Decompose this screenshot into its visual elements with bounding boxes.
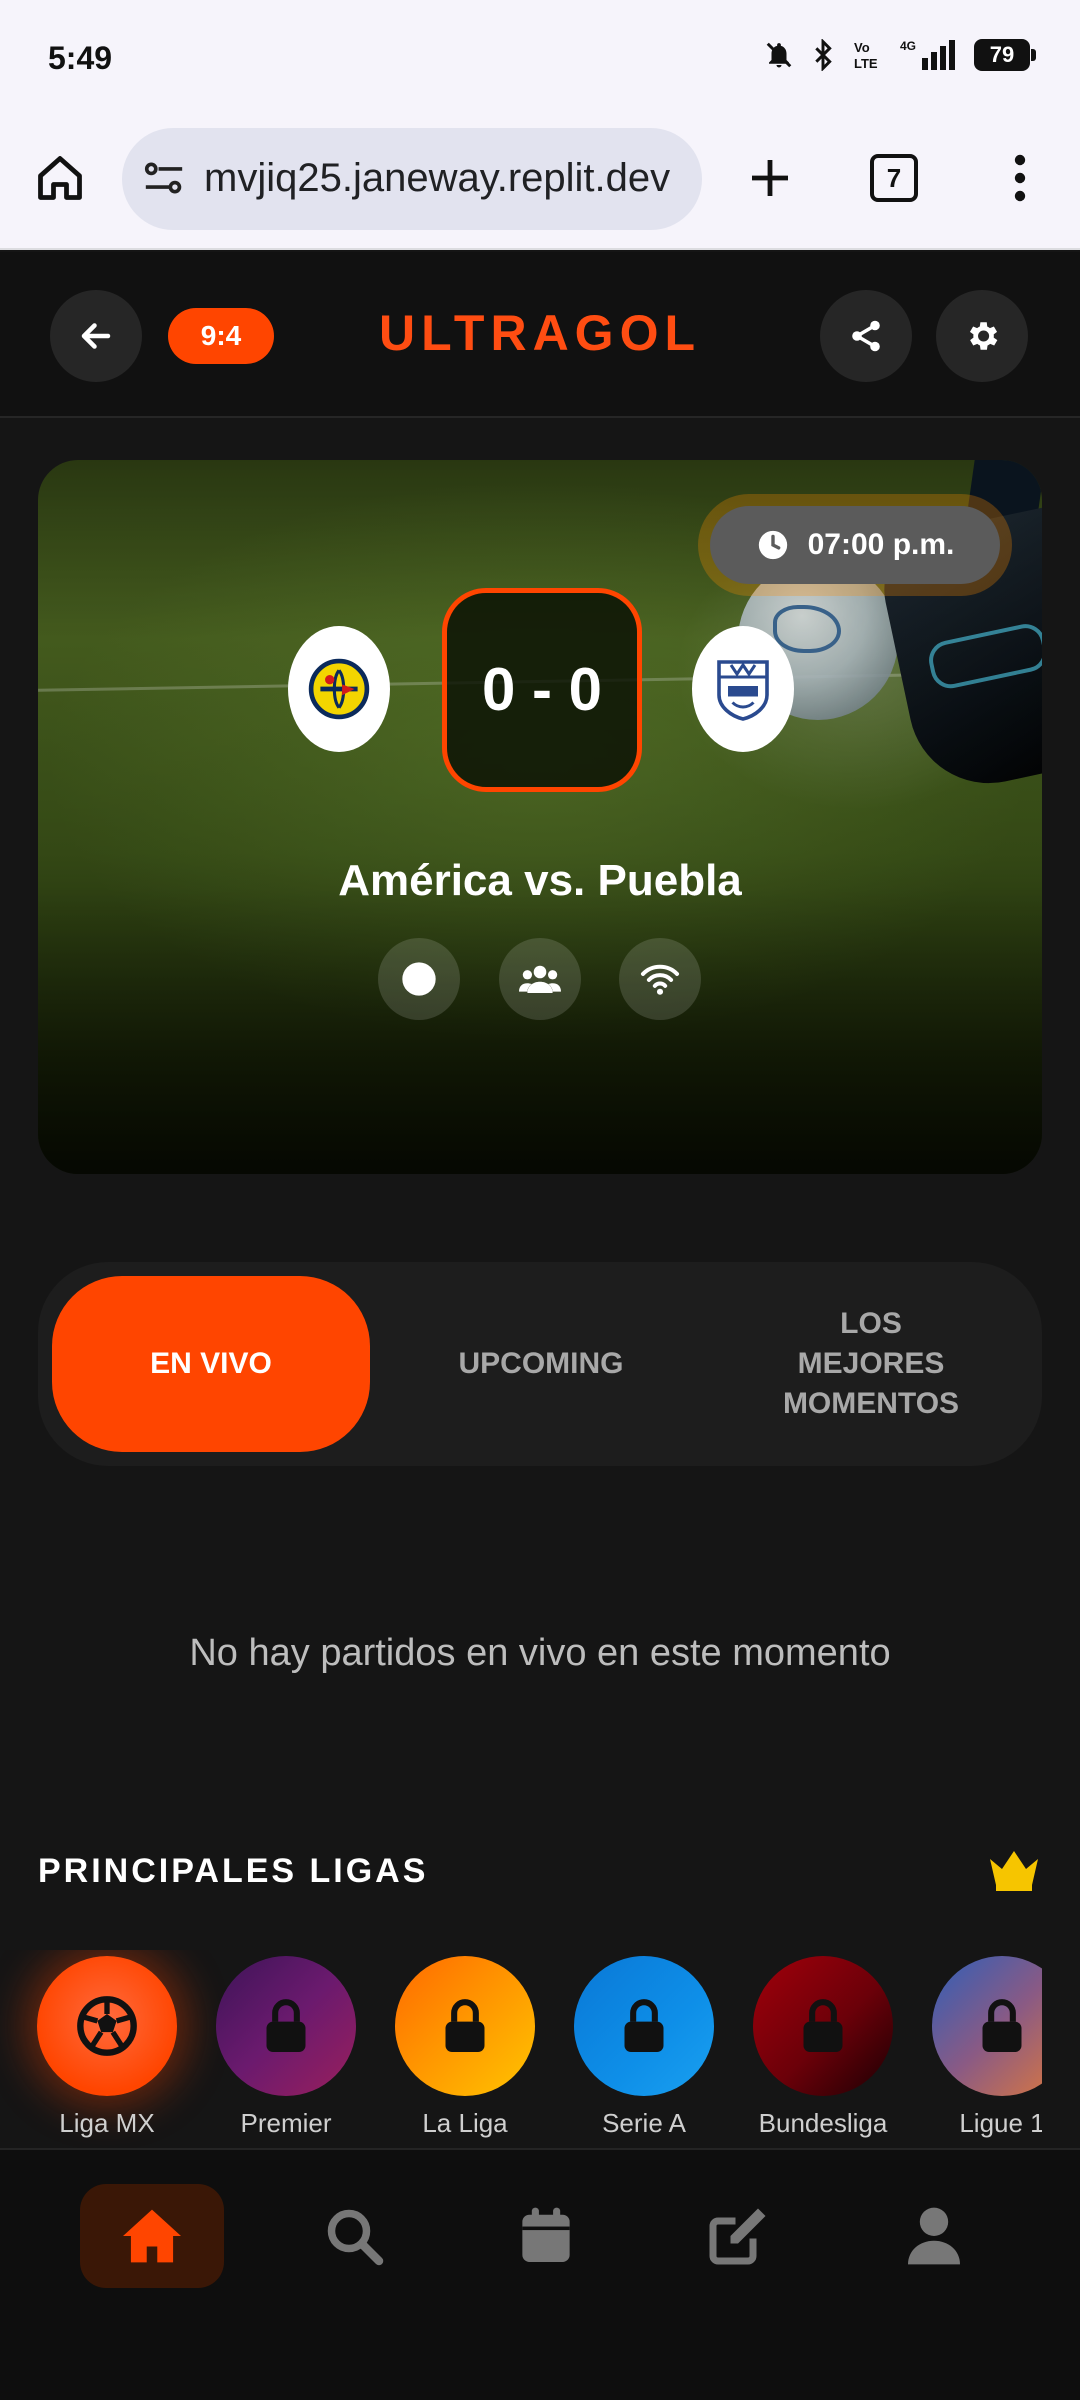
share-icon (852, 320, 880, 352)
league-badge (753, 1956, 893, 2096)
score-display: 0 - 0 (442, 588, 642, 792)
league-name: Premier (240, 2108, 332, 2138)
svg-text:LTE: LTE (854, 56, 878, 71)
league-name: Ligue 1 (959, 2108, 1042, 2138)
match-filter-tabs: EN VIVO UPCOMING LOS MEJORES MOMENTOS (38, 1262, 1042, 1466)
league-name: Serie A (602, 2108, 686, 2138)
league-name: Liga MX (59, 2108, 155, 2138)
america-logo-icon (308, 658, 370, 720)
svg-text:4G: 4G (900, 39, 916, 53)
league-name: Bundesliga (758, 2108, 888, 2138)
league-badge (216, 1956, 356, 2096)
lock-icon (445, 1999, 485, 2052)
tab-switcher-button[interactable]: 7 (870, 154, 918, 202)
tab-highlights[interactable]: LOS MEJORES MOMENTOS (712, 1276, 1030, 1452)
app-title: ULTRAGOL (378, 305, 702, 361)
status-icons: Vo LTE 4G 79 (764, 38, 1036, 72)
battery-icon: 79 (974, 39, 1036, 71)
league-badge (574, 1956, 714, 2096)
status-bar: 5:49 Vo LTE 4G 79 (0, 0, 1080, 120)
user-icon (908, 2207, 960, 2265)
svg-text:Vo: Vo (854, 40, 870, 55)
leagues-heading: PRINCIPALES LIGAS (38, 1852, 429, 1890)
plus-icon (752, 160, 788, 196)
home-icon (38, 156, 82, 200)
signal-button[interactable] (619, 938, 701, 1020)
edit-icon (709, 2208, 766, 2265)
users-icon (519, 965, 561, 993)
status-time: 5:49 (48, 40, 113, 76)
match-time-badge: 07:00 p.m. (710, 506, 1000, 584)
tab-upcoming[interactable]: UPCOMING (382, 1276, 700, 1452)
league-premier[interactable]: Premier (211, 1950, 361, 2139)
share-button[interactable] (820, 290, 912, 382)
gear-icon (969, 322, 998, 350)
dot-icon (402, 962, 436, 996)
new-tab-button[interactable] (740, 148, 800, 208)
bottom-navigation (0, 2148, 1080, 2400)
nav-search[interactable] (282, 2184, 426, 2288)
search-icon (327, 2209, 384, 2266)
tab-live[interactable]: EN VIVO (52, 1276, 370, 1452)
clock-icon (758, 530, 787, 560)
browser-toolbar: mvjiq25.janeway.replit.dev 7 (0, 120, 1080, 250)
lock-icon (624, 1999, 664, 2052)
empty-state-message: No hay partidos en vivo en este momento (189, 1632, 891, 1674)
league-badge (395, 1956, 535, 2096)
soccer-ball-icon (77, 1996, 137, 2056)
signal-icon: 4G (900, 39, 955, 70)
live-indicator-button[interactable] (378, 938, 460, 1020)
nav-calendar[interactable] (474, 2184, 618, 2288)
calendar-icon (522, 2207, 570, 2262)
lock-icon (266, 1999, 306, 2052)
browser-menu-button[interactable] (1000, 148, 1040, 208)
league-ligue-1[interactable]: Ligue 1 (927, 1950, 1042, 2139)
home-team-logo[interactable] (288, 626, 390, 752)
wifi-icon (640, 964, 680, 995)
league-bundesliga[interactable]: Bundesliga (748, 1950, 898, 2139)
settings-button[interactable] (936, 290, 1028, 382)
viewers-button[interactable] (499, 938, 581, 1020)
puebla-logo-icon (717, 660, 769, 721)
nav-profile[interactable] (862, 2184, 1006, 2288)
bluetooth-icon (815, 39, 832, 71)
address-bar[interactable]: mvjiq25.janeway.replit.dev (122, 128, 702, 230)
league-name: La Liga (422, 2108, 508, 2138)
leagues-carousel[interactable]: Liga MX Premier La Liga Serie A Bundesli… (0, 1950, 1042, 2150)
nav-home[interactable] (80, 2184, 224, 2288)
away-team-logo[interactable] (692, 626, 794, 752)
nav-edit[interactable] (666, 2184, 810, 2288)
app-header: 9:4 ULTRAGOL (0, 252, 1080, 418)
more-vert-icon (1014, 154, 1026, 202)
league-la-liga[interactable]: La Liga (390, 1950, 540, 2139)
home-icon (123, 2209, 181, 2263)
url-text: mvjiq25.janeway.replit.dev (204, 156, 671, 200)
bell-off-icon (766, 42, 792, 68)
league-liga-mx[interactable]: Liga MX (32, 1950, 182, 2139)
match-hero-card[interactable]: 07:00 p.m. 0 - 0 América vs. Puebla (38, 460, 1042, 1174)
league-badge (932, 1956, 1042, 2096)
match-title: América vs. Puebla (338, 856, 742, 905)
match-time: 07:00 p.m. (807, 528, 955, 561)
browser-home-button[interactable] (30, 148, 90, 208)
league-serie-a[interactable]: Serie A (569, 1950, 719, 2139)
league-badge (37, 1956, 177, 2096)
crown-icon[interactable] (986, 1846, 1042, 1892)
volte-icon: VoLTE (854, 40, 878, 71)
lock-icon (982, 1999, 1022, 2052)
lock-icon (803, 1999, 843, 2052)
site-settings-icon[interactable] (142, 158, 186, 198)
